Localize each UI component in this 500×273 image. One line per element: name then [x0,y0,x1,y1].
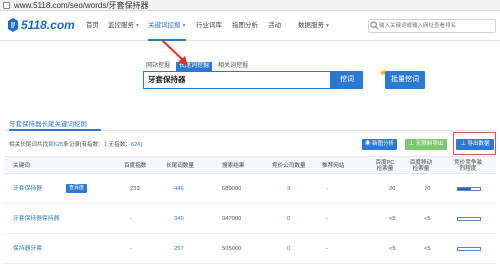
dig-button[interactable]: 挖词 [331,71,363,89]
search-icon[interactable] [370,21,379,30]
bid-companies-link[interactable]: 0 [287,234,290,264]
col-mobile-volume[interactable]: 百度移动检索量 [408,160,434,172]
col-baidu-index[interactable]: 百度指数 [124,157,146,175]
logo-mark-icon [8,18,18,32]
col-pc-volume[interactable]: 百度PC检索量 [374,160,396,172]
longtail-count-link[interactable]: 446 [174,174,184,204]
competition-bar [457,247,481,251]
col-recommended-site[interactable]: 推荐网站 [322,157,344,175]
chevron-down-icon: ▼ [135,23,140,29]
no-index-count: 624 [130,142,141,148]
competition-bar [457,217,481,221]
result-summary: 相关长尾词共找到625条记录[有指数：1 无指数：624] [9,142,142,148]
results-section-tab[interactable]: 牙套保持器长尾关键词挖掘 [9,120,87,129]
bid-companies-link[interactable]: 0 [287,204,290,234]
nav-index-analysis[interactable]: 指图分析 [232,11,258,41]
chart-analysis-button[interactable]: ◉ 新图分析 [362,139,397,150]
pc-volume-value: <5 [389,246,396,252]
logo[interactable]: 5118.com [6,17,76,33]
url-text[interactable]: www.5118.com/seo/words/牙套保持器 [14,0,149,11]
competition-bar [457,187,481,191]
col-competition[interactable]: 竞价竞争激烈程度 [454,160,482,172]
keyword-link[interactable]: 牙套保持器保持器 [13,204,59,234]
total-count: 625 [53,142,64,148]
bid-companies-link[interactable]: 3 [287,174,290,204]
baidu-index-value: - [130,246,132,252]
recommended-site-value: - [326,216,328,222]
nav-activity[interactable]: 活动 [268,11,281,41]
table-row: 牙套保持器保持器 - 349 947000 0 - <5 <5 [4,204,496,234]
keyword-link[interactable]: 保持器牙套 [13,234,42,264]
mobile-volume-value: <5 [424,246,431,252]
nav-monitor[interactable]: 监控服务▼ [108,11,140,41]
keyword-link[interactable]: 牙套保持器 [13,174,42,204]
logo-text: 5118.com [21,18,75,32]
mobile-volume-value: <5 [424,216,431,222]
recommended-site-value: - [326,246,328,252]
header-search-input[interactable] [379,20,493,32]
search-results-value: 505000 [222,246,242,252]
table-header: 关键词 百度指数 长尾词数量 搜索结果 竞价公司数量 推荐网站 百度PC检索量 … [4,156,496,174]
site-header: 5118.com 首页 监控服务▼ 关键词挖掘▼ 行业词库 指图分析 活动 数据… [0,11,500,41]
check-baidu-badge[interactable]: 查百度 [66,184,88,193]
col-longtail-count[interactable]: 长尾词数量 [166,157,194,175]
mobile-volume-value: 70 [424,186,431,192]
header-search[interactable] [368,19,496,33]
export-data-button[interactable]: ⊥ 导出数据 [456,139,494,150]
longtail-count-link[interactable]: 257 [174,234,184,264]
tab-related-mining[interactable]: 相关词挖掘 [215,62,251,71]
chevron-down-icon: ▼ [181,23,187,29]
active-tab-underline [9,129,101,131]
unlimited-export-button[interactable]: ⊥ 无限制导出 [405,139,447,150]
nav-keyword-mining[interactable]: 关键词挖掘▼ [148,11,187,41]
browser-address-bar[interactable]: www.5118.com/seo/words/牙套保持器 [0,0,500,11]
batch-dig-button[interactable]: 批量挖词 [385,71,425,89]
competition-bar-fill [458,188,472,190]
chevron-down-icon: ▼ [325,23,330,29]
nav-home[interactable]: 首页 [86,11,99,41]
baidu-index-value: - [130,216,132,222]
col-search-results[interactable]: 搜索结果 [222,157,244,175]
search-results-value: 689000 [222,186,242,192]
pc-volume-value: 20 [389,186,396,192]
baidu-index-value: 233 [130,186,140,192]
search-results-value: 947000 [222,216,242,222]
tab-longtail-mining[interactable]: 长尾词挖掘 [176,62,213,71]
nav-industry-lexicon[interactable]: 行业词库 [196,11,222,41]
pc-volume-value: <5 [389,216,396,222]
table-row: 牙套保持器 查百度 233 446 689000 3 - 20 70 [4,174,496,204]
tab-site-mining[interactable]: 网站挖掘 [143,62,173,71]
keyword-search-input[interactable]: 牙套保持器 [143,71,331,89]
col-keyword[interactable]: 关键词 [13,157,30,175]
col-bid-companies[interactable]: 竞价公司数量 [272,157,306,175]
nav-data-service[interactable]: 数据服务▼ [298,11,330,41]
recommended-site-value: - [326,186,328,192]
page-icon [3,2,10,9]
table-row: 保持器牙套 - 257 505000 0 - <5 <5 [4,234,496,264]
longtail-count-link[interactable]: 349 [174,204,184,234]
